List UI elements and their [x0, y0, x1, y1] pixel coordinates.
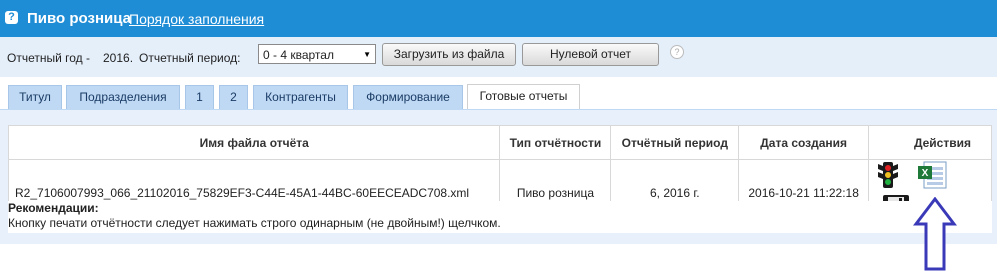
year-label: Отчетный год - — [7, 51, 90, 65]
col-created: Дата создания — [738, 125, 870, 160]
col-file-name: Имя файла отчёта — [7, 125, 501, 160]
col-actions: Действия — [868, 125, 992, 160]
excel-icon[interactable]: X — [916, 160, 950, 193]
title-bar: ? Пиво розница Порядок заполнения — [0, 0, 997, 37]
zero-report-button[interactable]: Нулевой отчет — [522, 43, 659, 66]
tab-title[interactable]: Титул — [8, 85, 62, 109]
page-title: Пиво розница — [27, 10, 131, 27]
dropdown-arrow-icon: ▼ — [363, 50, 371, 59]
tab-1[interactable]: 1 — [185, 85, 214, 109]
traffic-light-icon[interactable] — [873, 160, 903, 193]
tab-subdivisions[interactable]: Подразделения — [66, 85, 180, 109]
annotation-arrow-icon — [913, 197, 957, 271]
period-label: Отчетный период: — [139, 51, 241, 65]
table-header-row: Имя файла отчёта Тип отчётности Отчётный… — [7, 125, 992, 160]
question-icon: ? — [5, 11, 18, 24]
help-icon[interactable]: ? — [670, 45, 684, 59]
fill-order-link[interactable]: Порядок заполнения — [129, 11, 264, 27]
tab-counterparties[interactable]: Контрагенты — [253, 85, 348, 109]
period-select[interactable]: 0 - 4 квартал ▼ — [258, 44, 376, 64]
col-report-period: Отчётный период — [610, 125, 740, 160]
recommendations-text: Кнопку печати отчётности следует нажимат… — [8, 216, 501, 230]
svg-text:X: X — [922, 168, 929, 179]
load-from-file-button[interactable]: Загрузить из файла — [382, 43, 516, 66]
year-value: 2016. — [103, 51, 134, 65]
recommendations-heading: Рекомендации: — [8, 201, 99, 215]
period-select-value: 0 - 4 квартал — [263, 48, 334, 62]
tab-ready-reports[interactable]: Готовые отчеты — [467, 84, 580, 110]
tab-2[interactable]: 2 — [219, 85, 248, 109]
tab-forming[interactable]: Формирование — [353, 85, 463, 109]
recommendations: Рекомендации: Кнопку печати отчётности с… — [8, 201, 992, 233]
col-report-type: Тип отчётности — [499, 125, 612, 160]
